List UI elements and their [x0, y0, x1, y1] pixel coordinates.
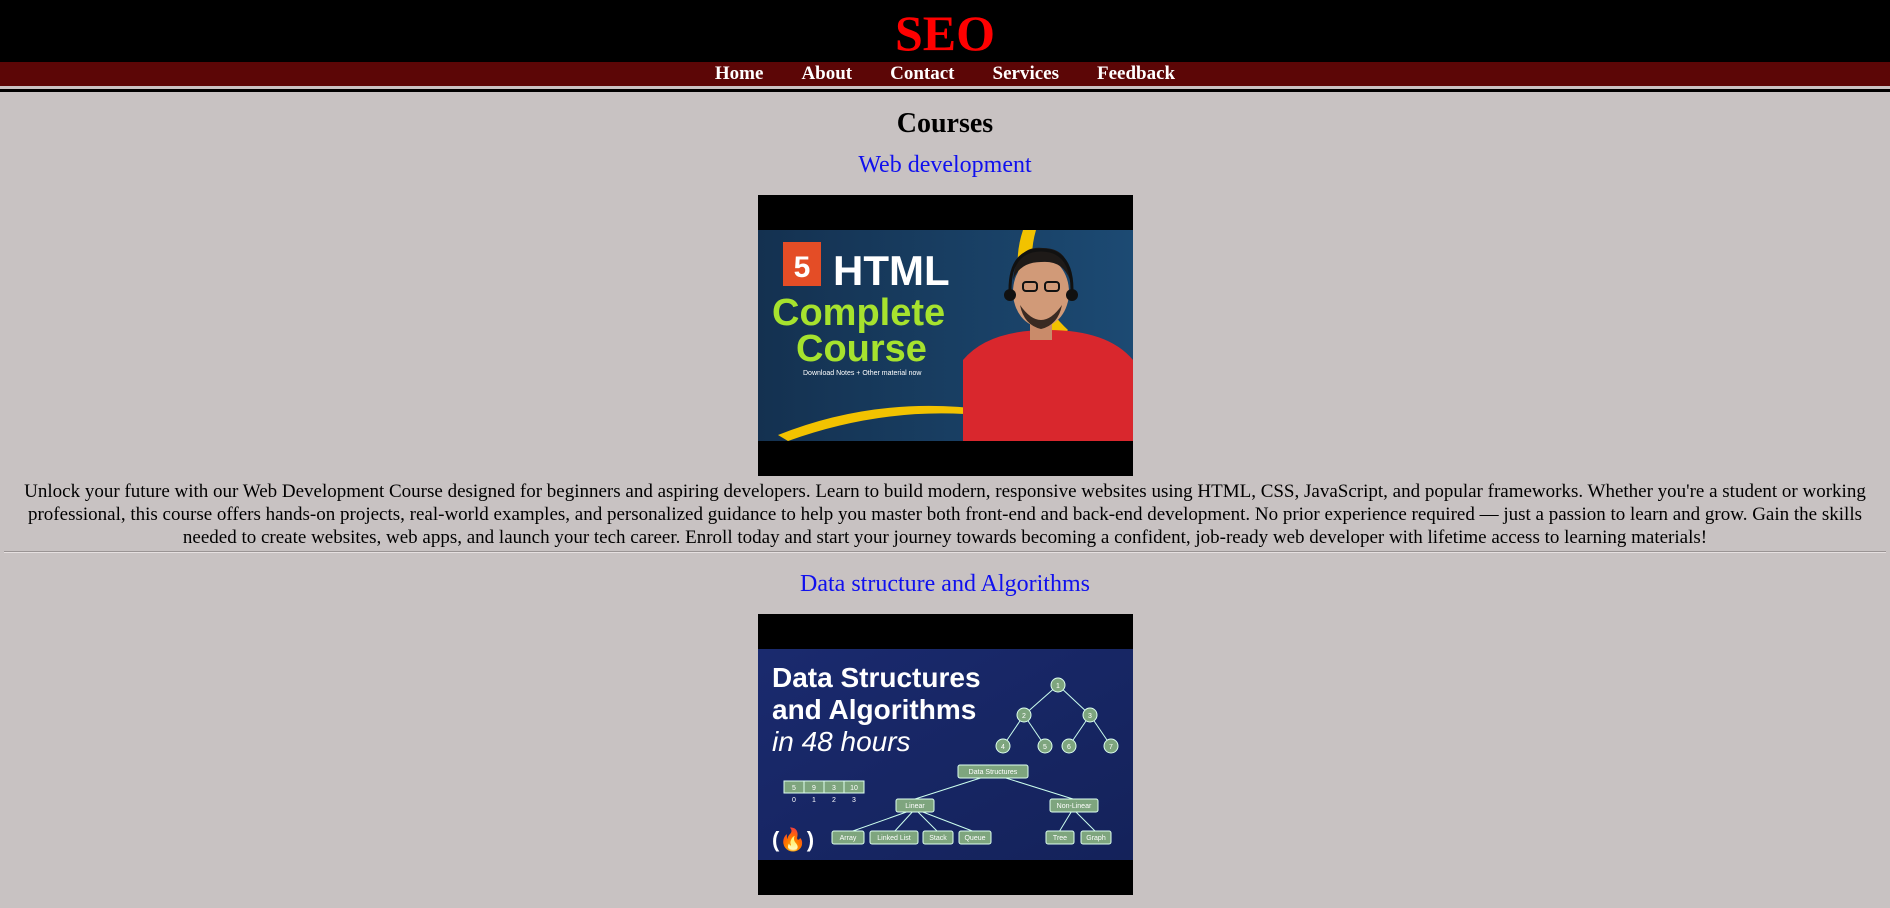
svg-text:9: 9	[812, 785, 816, 792]
svg-text:1: 1	[1056, 683, 1060, 690]
svg-text:5: 5	[792, 785, 796, 792]
svg-text:Linked List: Linked List	[877, 835, 911, 842]
nav-divider	[0, 89, 1890, 92]
svg-text:Array: Array	[839, 835, 856, 842]
thumb-line3: Course	[796, 328, 927, 370]
section-divider	[4, 551, 1886, 553]
svg-text:Linear: Linear	[905, 803, 925, 810]
svg-text:Tree: Tree	[1052, 835, 1066, 842]
html-course-thumbnail-art: 5 HTML Complete Course Download Notes + …	[757, 230, 1133, 441]
svg-text:1: 1	[812, 797, 816, 804]
main-content: Courses Web development 5 HTML Complete …	[0, 108, 1890, 895]
freecodecamp-logo-icon: (🔥)	[772, 827, 814, 852]
svg-text:3: 3	[1088, 713, 1092, 720]
svg-text:10: 10	[850, 785, 858, 792]
svg-text:Data Structures: Data Structures	[968, 769, 1017, 776]
svg-text:0: 0	[792, 797, 796, 804]
course-description: Unlock your future with our Web Developm…	[24, 481, 1866, 548]
main-nav: Home About Contact Services Feedback	[0, 62, 1890, 86]
svg-text:Stack: Stack	[929, 835, 947, 842]
course-web-development: Web development 5 HTML Complete Course D…	[0, 152, 1890, 549]
svg-text:4: 4	[1001, 744, 1005, 751]
top-header: SEO Home About Contact Services Feedback	[0, 0, 1890, 92]
course-title[interactable]: Web development	[0, 152, 1890, 179]
thumb-line3: in 48 hours	[772, 726, 911, 757]
course-video-thumbnail[interactable]: Data Structures and Algorithms in 48 hou…	[757, 614, 1133, 895]
brand-bar: SEO	[0, 0, 1890, 62]
course-dsa: Data structure and Algorithms Data Struc…	[0, 571, 1890, 895]
nav-contact-link[interactable]: Contact	[890, 62, 954, 86]
course-video-thumbnail[interactable]: 5 HTML Complete Course Download Notes + …	[757, 195, 1133, 476]
svg-text:2: 2	[1022, 713, 1026, 720]
svg-text:5: 5	[1043, 744, 1047, 751]
dsa-course-thumbnail-art: Data Structures and Algorithms in 48 hou…	[757, 649, 1133, 860]
svg-text:6: 6	[1067, 744, 1071, 751]
thumb-line1: Data Structures	[772, 662, 981, 693]
svg-text:Queue: Queue	[964, 835, 985, 842]
thumb-line2: and Algorithms	[772, 694, 976, 725]
nav-feedback-link[interactable]: Feedback	[1097, 62, 1175, 86]
thumb-subtext: Download Notes + Other material now	[803, 370, 922, 377]
svg-text:Non-Linear: Non-Linear	[1056, 803, 1091, 810]
nav-home-link[interactable]: Home	[715, 62, 764, 86]
svg-text:3: 3	[852, 797, 856, 804]
nav-services-link[interactable]: Services	[993, 62, 1059, 86]
svg-text:3: 3	[832, 785, 836, 792]
svg-text:Graph: Graph	[1086, 835, 1106, 842]
thumb-line1: HTML	[833, 247, 950, 294]
svg-text:7: 7	[1109, 744, 1113, 751]
site-logo[interactable]: SEO	[895, 2, 995, 64]
page-title: Courses	[896, 108, 994, 139]
nav-about-link[interactable]: About	[801, 62, 852, 86]
svg-text:2: 2	[832, 797, 836, 804]
html5-badge: 5	[793, 251, 810, 284]
course-title[interactable]: Data structure and Algorithms	[0, 571, 1890, 598]
